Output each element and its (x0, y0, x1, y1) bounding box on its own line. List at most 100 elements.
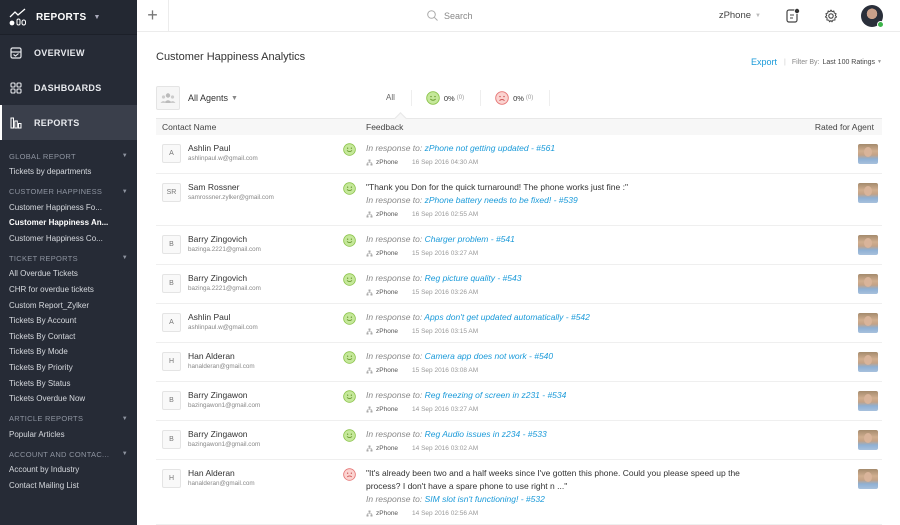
sidebar-item[interactable]: Tickets By Status (0, 376, 137, 392)
contact-name[interactable]: Sam Rossner (188, 182, 240, 192)
nav-dashboards[interactable]: DASHBOARDS (0, 70, 137, 105)
happy-face-icon (343, 234, 356, 247)
in-response-to: In response to: Reg picture quality - #5… (366, 273, 522, 283)
sidebar-item[interactable]: Tickets By Account (0, 313, 137, 329)
plus-icon: + (147, 5, 158, 25)
department-icon (366, 328, 373, 335)
agent-avatar[interactable] (858, 313, 878, 333)
contact-name[interactable]: Barry Zingovich (188, 273, 247, 283)
ticket-link[interactable]: Reg freezing of screen in z231 - #534 (425, 390, 567, 400)
agents-dropdown[interactable]: All Agents (188, 93, 228, 103)
ticket-meta: zPhone 16 Sep 2016 04:30 AM (366, 156, 822, 169)
contact-email: bazingawon1@gmail.com (188, 441, 261, 448)
sidebar-item[interactable]: Contact Mailing List (0, 478, 137, 494)
rating-timestamp: 16 Sep 2016 02:55 AM (412, 211, 479, 218)
contact-name[interactable]: Barry Zingawon (188, 429, 248, 439)
contact-name[interactable]: Han Alderan (188, 351, 235, 361)
user-avatar[interactable] (861, 4, 884, 28)
ticket-meta: zPhone 15 Sep 2016 03:08 AM (366, 364, 822, 377)
filter-by-dropdown[interactable]: Last 100 Ratings (823, 59, 876, 66)
sidebar-item[interactable]: Customer Happiness Fo... (0, 200, 137, 216)
sidebar-item[interactable]: Custom Report_Zylker (0, 298, 137, 314)
chevron-down-icon: ▼ (121, 188, 128, 195)
feedback: In response to: Reg Audio issues in z234… (366, 428, 822, 455)
section-global-report[interactable]: GLOBAL REPORT ▼ (0, 148, 137, 164)
contact-initials-avatar: SR (162, 183, 181, 202)
sidebar-item[interactable]: Tickets by departments (0, 164, 137, 180)
agent-avatar[interactable] (858, 144, 878, 164)
agent-avatar[interactable] (858, 274, 878, 294)
contact-initials-avatar: H (162, 352, 181, 371)
sidebar-item[interactable]: Account by Industry (0, 462, 137, 478)
section-article-reports[interactable]: ARTICLE REPORTS ▼ (0, 411, 137, 427)
department-name: zPhone (376, 445, 399, 452)
ticket-link[interactable]: SIM slot isn't functioning! - #532 (425, 494, 545, 504)
sidebar-item[interactable]: Tickets By Mode (0, 344, 137, 360)
feedback: In response to: zPhone not getting updat… (366, 142, 822, 169)
agent-avatar[interactable] (858, 469, 878, 489)
content: Customer Happiness Analytics Export | Fi… (137, 32, 900, 525)
agent-avatar[interactable] (858, 352, 878, 372)
sidebar-item-current[interactable]: Customer Happiness An... (0, 215, 137, 231)
agent-avatar[interactable] (858, 430, 878, 450)
agents-icon[interactable] (156, 86, 180, 110)
happy-face-icon (343, 312, 356, 325)
section-ticket-reports[interactable]: TICKET REPORTS ▼ (0, 250, 137, 266)
sidebar-item[interactable]: Tickets Overdue Now (0, 391, 137, 407)
contact-name[interactable]: Barry Zingovich (188, 234, 247, 244)
sidebar-item[interactable]: Customer Happiness Co... (0, 231, 137, 247)
ticket-link[interactable]: Camera app does not work - #540 (425, 351, 554, 361)
section-account-contact[interactable]: ACCOUNT AND CONTAC... ▼ (0, 446, 137, 462)
in-response-to: In response to: Reg freezing of screen i… (366, 390, 567, 400)
module-switcher[interactable]: REPORTS ▼ (0, 0, 137, 35)
department-selector[interactable]: zPhone (719, 10, 751, 21)
filter-all[interactable]: All (386, 90, 412, 106)
happy-face-icon (343, 143, 356, 156)
in-response-to: In response to: SIM slot isn't functioni… (366, 494, 545, 504)
contact-name[interactable]: Ashlin Paul (188, 143, 231, 153)
ticket-link[interactable]: zPhone not getting updated - #561 (425, 143, 555, 153)
section-customer-happiness[interactable]: CUSTOMER HAPPINESS ▼ (0, 184, 137, 200)
rating-timestamp: 15 Sep 2016 03:26 AM (412, 289, 479, 296)
contact-email: samrossner.zylker@gmail.com (188, 194, 274, 201)
rating-icon (343, 234, 356, 252)
app: REPORTS ▼ OVERVIEW DASHBOARDS REPORTS GL… (0, 0, 900, 525)
search-input[interactable]: Search (427, 10, 473, 21)
export-filter-bar: Export | Filter By: Last 100 Ratings ▼ (751, 57, 882, 67)
agent-avatar[interactable] (858, 235, 878, 255)
rating-icon (343, 390, 356, 408)
ticket-link[interactable]: Charger problem - #541 (425, 234, 515, 244)
export-link[interactable]: Export (751, 57, 777, 67)
filter-happy[interactable]: 0% (0) (412, 90, 482, 106)
gear-icon[interactable] (823, 8, 839, 24)
ticket-link[interactable]: Apps don't get updated automatically - #… (424, 312, 590, 322)
agent-avatar[interactable] (858, 391, 878, 411)
notifications-icon[interactable] (785, 8, 801, 24)
contact-name[interactable]: Han Alderan (188, 468, 235, 478)
sidebar-item[interactable]: All Overdue Tickets (0, 266, 137, 282)
new-button[interactable]: + (137, 0, 169, 32)
sidebar: REPORTS ▼ OVERVIEW DASHBOARDS REPORTS GL… (0, 0, 137, 525)
reports-icon (9, 116, 22, 129)
nav-reports[interactable]: REPORTS (0, 105, 137, 140)
filter-unhappy[interactable]: 0% (0) (481, 90, 551, 106)
ticket-link[interactable]: zPhone battery needs to be fixed! - #539 (425, 195, 578, 205)
happy-face-icon (426, 91, 440, 105)
contact-name[interactable]: Ashlin Paul (188, 312, 231, 322)
agent-avatar[interactable] (858, 183, 878, 203)
table-row: B Barry Zingovich bazinga.2221@gmail.com… (156, 265, 882, 304)
rating-timestamp: 15 Sep 2016 03:27 AM (412, 250, 479, 257)
sidebar-item[interactable]: Tickets By Priority (0, 360, 137, 376)
sidebar-item[interactable]: Popular Articles (0, 427, 137, 443)
feedback: "Thank you Don for the quick turnaround!… (366, 181, 822, 221)
department-icon (366, 367, 373, 374)
divider: | (784, 58, 786, 66)
contact-name[interactable]: Barry Zingawon (188, 390, 248, 400)
nav-overview[interactable]: OVERVIEW (0, 35, 137, 70)
ticket-link[interactable]: Reg Audio issues in z234 - #533 (425, 429, 547, 439)
ticket-link[interactable]: Reg picture quality - #543 (425, 273, 522, 283)
sidebar-item[interactable]: CHR for overdue tickets (0, 282, 137, 298)
sidebar-item[interactable]: Tickets By Contact (0, 329, 137, 345)
section-title: GLOBAL REPORT (9, 151, 76, 161)
feedback: In response to: Camera app does not work… (366, 350, 822, 377)
